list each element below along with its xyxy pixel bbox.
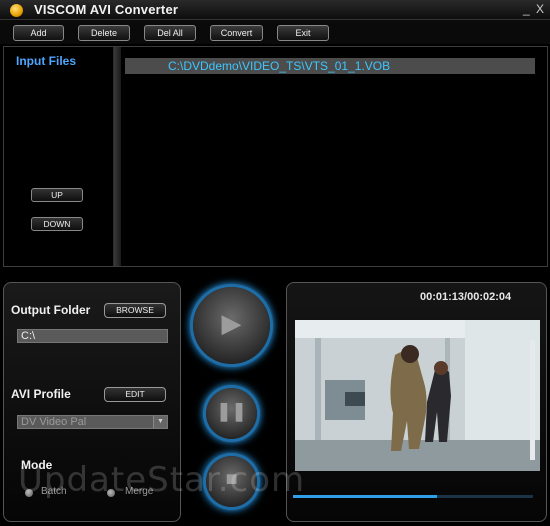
file-path: C:\DVDdemo\VIDEO_TS\VTS_01_1.VOB: [168, 59, 391, 73]
avi-profile-label: AVI Profile: [11, 387, 71, 401]
file-list-item[interactable]: C:\DVDdemo\VIDEO_TS\VTS_01_1.VOB: [125, 58, 535, 74]
input-files-label: Input Files: [16, 54, 76, 68]
pause-button[interactable]: ❚❚: [206, 388, 257, 439]
exit-button[interactable]: Exit: [277, 25, 329, 41]
video-frame-image: [295, 320, 540, 471]
avi-profile-value: DV Video Pal: [21, 416, 87, 428]
move-up-button[interactable]: UP: [31, 188, 83, 202]
move-down-button[interactable]: DOWN: [31, 217, 83, 231]
convert-button[interactable]: Convert: [210, 25, 263, 41]
edit-profile-button[interactable]: EDIT: [104, 387, 166, 402]
pause-icon: ❚❚: [216, 401, 247, 421]
watermark: UpdateStar.com: [18, 460, 306, 500]
play-button[interactable]: ▶: [193, 287, 270, 364]
title-bar: VISCOM AVI Converter _ X: [0, 0, 550, 20]
playback-progress-fill: [293, 495, 437, 498]
minimize-button[interactable]: _: [523, 2, 530, 16]
chevron-down-icon[interactable]: ▼: [153, 416, 167, 428]
bottom-area: Output Folder BROWSE C:\ AVI Profile EDI…: [0, 270, 550, 526]
app-title: VISCOM AVI Converter: [34, 2, 179, 17]
add-button[interactable]: Add: [13, 25, 64, 41]
delete-button[interactable]: Delete: [78, 25, 130, 41]
play-icon: ▶: [221, 308, 242, 338]
output-folder-label: Output Folder: [11, 303, 91, 317]
input-files-sidebar: Input Files UP DOWN: [4, 47, 114, 266]
playback-time: 00:01:13/00:02:04: [420, 291, 512, 303]
browse-button[interactable]: BROWSE: [104, 303, 166, 318]
video-preview: [295, 320, 540, 471]
file-list[interactable]: C:\DVDdemo\VIDEO_TS\VTS_01_1.VOB: [121, 47, 547, 266]
toolbar: Add Delete Del All Convert Exit: [0, 20, 550, 44]
app-icon: [10, 4, 23, 17]
output-folder-field[interactable]: C:\: [17, 329, 168, 343]
preview-panel: 00:01:13/00:02:04: [286, 282, 547, 522]
delete-all-button[interactable]: Del All: [144, 25, 196, 41]
avi-profile-select[interactable]: DV Video Pal ▼: [17, 415, 168, 429]
close-button[interactable]: X: [536, 2, 544, 16]
splitter[interactable]: [114, 47, 121, 266]
playback-progress[interactable]: [293, 495, 533, 498]
input-files-panel: Input Files UP DOWN C:\DVDdemo\VIDEO_TS\…: [3, 46, 548, 267]
